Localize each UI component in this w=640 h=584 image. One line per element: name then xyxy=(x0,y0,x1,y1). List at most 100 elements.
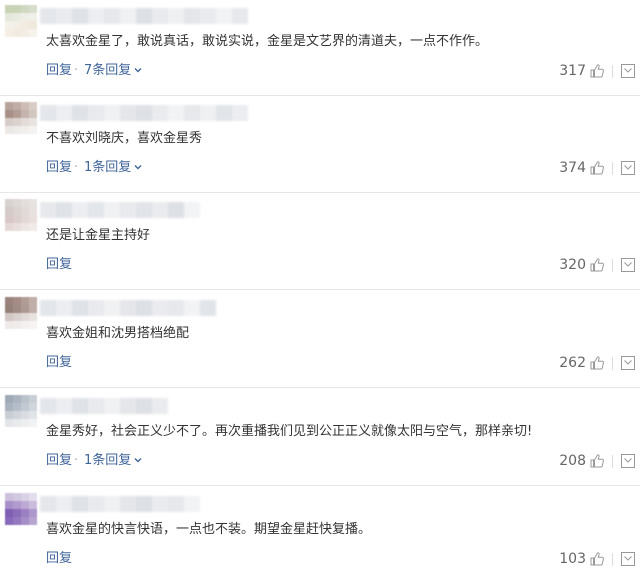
comment-footer: 回复 · 1条回复 374 xyxy=(46,158,636,178)
avatar-mosaic-tile xyxy=(21,509,29,517)
avatar-mosaic-tile xyxy=(5,102,13,110)
username-mosaic-tile xyxy=(136,105,152,121)
avatar-mosaic-tile xyxy=(21,110,29,118)
avatar-mosaic-tile xyxy=(21,305,29,313)
avatar-mosaic-tile xyxy=(21,199,29,207)
more-options-icon[interactable] xyxy=(620,63,636,79)
comment-item: 还是让金星主持好 回复 320 xyxy=(0,194,640,290)
like-count: 262 xyxy=(559,355,586,371)
comment-actions: 320 xyxy=(559,255,636,275)
avatar[interactable] xyxy=(5,493,37,525)
replies-count: 1条回复 xyxy=(84,160,132,175)
reply-button[interactable]: 回复 xyxy=(46,353,72,373)
username-blurred[interactable] xyxy=(40,496,200,514)
avatar-mosaic-tile xyxy=(5,21,13,29)
avatar-mosaic-tile xyxy=(13,207,21,215)
avatar-mosaic-tile xyxy=(13,517,21,525)
avatar-mosaic-tile xyxy=(21,395,29,403)
avatar-mosaic-tile xyxy=(29,215,37,223)
username-mosaic-tile xyxy=(120,496,136,512)
username-blurred[interactable] xyxy=(40,300,216,318)
avatar-mosaic-tile xyxy=(21,118,29,126)
chevron-down-icon xyxy=(134,165,142,170)
avatar[interactable] xyxy=(5,199,37,231)
username-blurred[interactable] xyxy=(40,202,200,220)
username-mosaic-tile xyxy=(216,105,232,121)
avatar-mosaic-tile xyxy=(21,313,29,321)
action-divider xyxy=(612,258,613,272)
username-blurred[interactable] xyxy=(40,8,248,26)
avatar[interactable] xyxy=(5,102,37,134)
more-options-icon[interactable] xyxy=(620,257,636,273)
reply-button[interactable]: 回复 xyxy=(46,451,72,471)
comment-actions: 103 xyxy=(559,549,636,569)
view-replies-button[interactable]: 1条回复 xyxy=(84,451,142,471)
avatar-mosaic-tile xyxy=(29,110,37,118)
username-mosaic-tile xyxy=(88,398,104,414)
thumbs-up-icon[interactable] xyxy=(589,160,605,176)
more-options-icon[interactable] xyxy=(620,551,636,567)
username-mosaic-tile xyxy=(104,202,120,218)
avatar-mosaic-tile xyxy=(13,118,21,126)
username-mosaic-tile xyxy=(56,300,72,316)
username-blurred[interactable] xyxy=(40,398,168,416)
avatar-mosaic-tile xyxy=(29,517,37,525)
avatar-mosaic-tile xyxy=(29,102,37,110)
thumbs-up-icon[interactable] xyxy=(589,551,605,567)
username-mosaic-tile xyxy=(168,496,184,512)
avatar-mosaic-tile xyxy=(29,118,37,126)
avatar-mosaic-tile xyxy=(29,493,37,501)
avatar-mosaic-tile xyxy=(21,13,29,21)
comment-footer: 回复 · 7条回复 317 xyxy=(46,61,636,81)
reply-button[interactable]: 回复 xyxy=(46,61,72,81)
avatar-mosaic-tile xyxy=(21,215,29,223)
username-mosaic-tile xyxy=(40,8,56,24)
comment-text: 不喜欢刘晓庆，喜欢金星秀 xyxy=(46,131,203,146)
username-mosaic-tile xyxy=(120,8,136,24)
avatar-mosaic-tile xyxy=(29,207,37,215)
avatar-mosaic-tile xyxy=(13,419,21,427)
thumbs-up-icon[interactable] xyxy=(589,453,605,469)
avatar-mosaic-tile xyxy=(13,126,21,134)
more-options-icon[interactable] xyxy=(620,355,636,371)
username-mosaic-tile xyxy=(40,105,56,121)
reply-button[interactable]: 回复 xyxy=(46,549,72,569)
username-mosaic-tile xyxy=(232,8,248,24)
username-mosaic-tile xyxy=(120,300,136,316)
thumbs-up-icon[interactable] xyxy=(589,257,605,273)
avatar-mosaic-tile xyxy=(29,13,37,21)
username-mosaic-tile xyxy=(120,105,136,121)
username-mosaic-tile xyxy=(152,105,168,121)
comment-actions: 262 xyxy=(559,353,636,373)
separator-dot: · xyxy=(74,453,79,468)
avatar[interactable] xyxy=(5,5,37,37)
avatar-mosaic-tile xyxy=(21,207,29,215)
thumbs-up-icon[interactable] xyxy=(589,63,605,79)
username-mosaic-tile xyxy=(168,8,184,24)
comment-footer: 回复 320 xyxy=(46,255,636,275)
username-mosaic-tile xyxy=(184,202,200,218)
view-replies-button[interactable]: 1条回复 xyxy=(84,158,142,178)
reply-button[interactable]: 回复 xyxy=(46,158,72,178)
thumbs-up-icon[interactable] xyxy=(589,355,605,371)
username-mosaic-tile xyxy=(56,8,72,24)
avatar-mosaic-tile xyxy=(5,305,13,313)
avatar-mosaic-tile xyxy=(29,509,37,517)
avatar-mosaic-tile xyxy=(5,5,13,13)
avatar-mosaic-tile xyxy=(21,403,29,411)
view-replies-button[interactable]: 7条回复 xyxy=(84,61,142,81)
avatar-mosaic-tile xyxy=(13,110,21,118)
more-options-icon[interactable] xyxy=(620,453,636,469)
avatar[interactable] xyxy=(5,395,37,427)
comment-item: 太喜欢金星了，敢说真话，敢说实说，金星是文艺界的清道夫，一点不作作。 回复 · … xyxy=(0,0,640,96)
replies-count: 7条回复 xyxy=(84,63,132,78)
username-blurred[interactable] xyxy=(40,105,248,123)
avatar-mosaic-tile xyxy=(29,321,37,329)
avatar-mosaic-tile xyxy=(29,501,37,509)
username-mosaic-tile xyxy=(168,202,184,218)
more-options-icon[interactable] xyxy=(620,160,636,176)
reply-button[interactable]: 回复 xyxy=(46,255,72,275)
username-mosaic-tile xyxy=(216,8,232,24)
avatar[interactable] xyxy=(5,297,37,329)
avatar-mosaic-tile xyxy=(29,126,37,134)
